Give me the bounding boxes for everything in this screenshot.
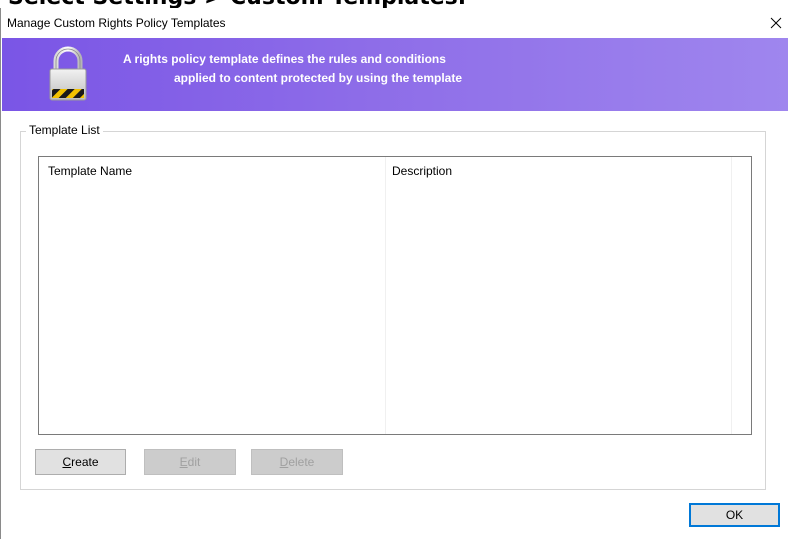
window-title: Manage Custom Rights Policy Templates <box>7 16 226 30</box>
dialog-window: Manage Custom Rights Policy Templates A … <box>0 8 788 539</box>
banner-text-line-1: A rights policy template defines the rul… <box>123 52 446 66</box>
column-header-template-name[interactable]: Template Name <box>48 164 132 178</box>
column-header-description[interactable]: Description <box>392 164 452 178</box>
edit-button[interactable]: Edit <box>144 449 236 475</box>
delete-button[interactable]: Delete <box>251 449 343 475</box>
column-separator[interactable] <box>731 157 732 434</box>
create-button[interactable]: Create <box>35 449 126 475</box>
lock-icon <box>47 46 89 102</box>
cropped-page-heading: Select Settings > Custom Templates. <box>8 0 466 8</box>
column-separator[interactable] <box>385 157 386 434</box>
template-list-group: Template List Template Name Description … <box>20 123 766 490</box>
ok-button[interactable]: OK <box>689 503 780 527</box>
template-list-label: Template List <box>26 123 103 137</box>
template-list-view[interactable]: Template Name Description <box>38 156 752 435</box>
header-banner: A rights policy template defines the rul… <box>2 38 788 111</box>
close-icon[interactable] <box>764 12 788 34</box>
banner-text-line-2: applied to content protected by using th… <box>174 71 463 85</box>
title-bar: Manage Custom Rights Policy Templates <box>1 8 788 38</box>
